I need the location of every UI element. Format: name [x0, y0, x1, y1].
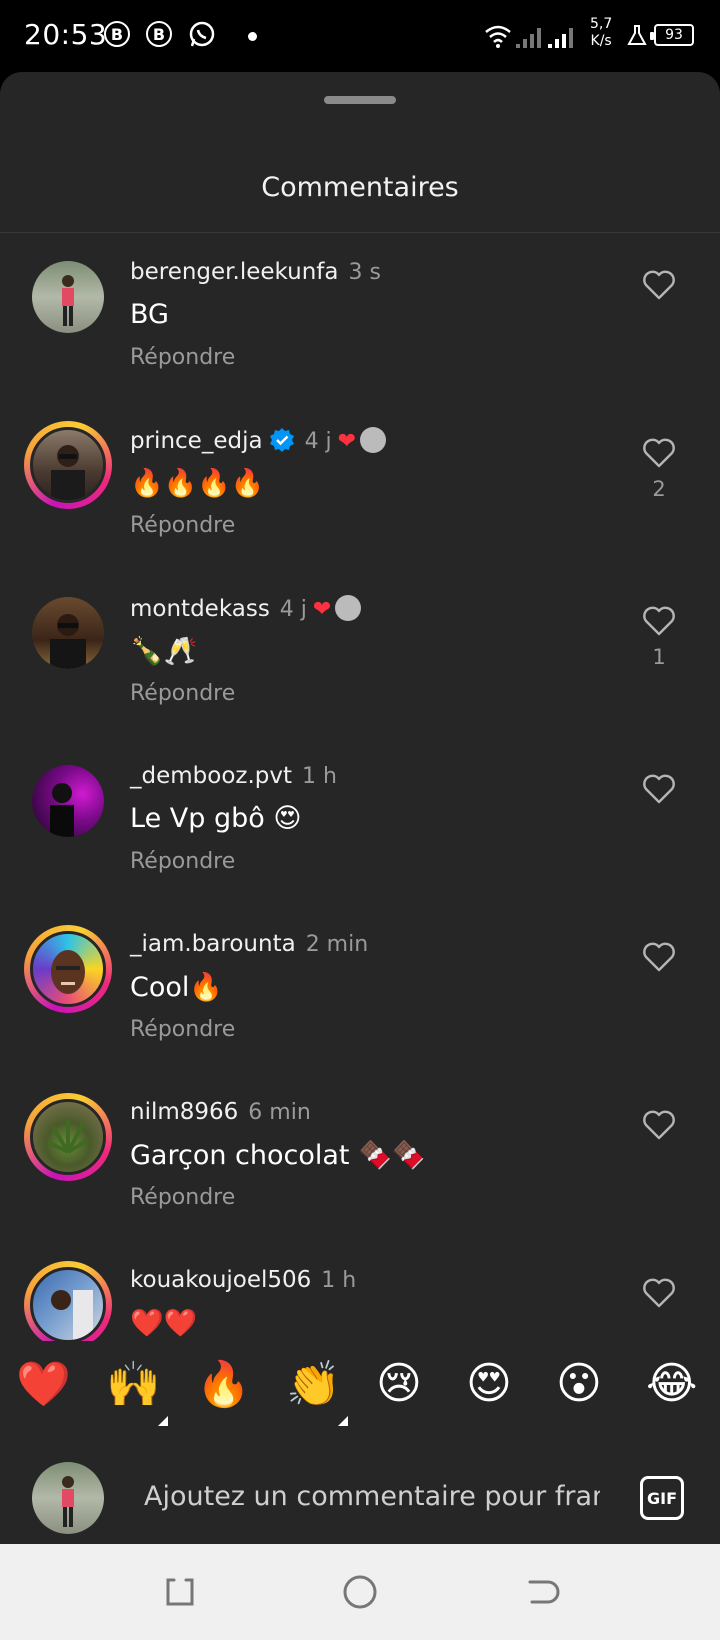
emoji-quick-bar: ❤️ 🙌 🔥 👏 😢 😍 😮 😂	[0, 1344, 720, 1444]
avatar-story-ring[interactable]	[24, 421, 112, 509]
avatar[interactable]	[24, 589, 112, 677]
avatar[interactable]	[24, 757, 112, 845]
comment-time: 3 s	[348, 260, 381, 285]
reply-button[interactable]: Répondre	[130, 513, 235, 538]
comment-item: kouakoujoel506 1 h ❤️❤️	[0, 1241, 720, 1341]
skin-tone-indicator	[158, 1416, 168, 1426]
skin-tone-indicator	[338, 1416, 348, 1426]
comment-item: nilm8966 6 min Garçon chocolat 🍫🍫 Répondr…	[0, 1073, 720, 1241]
comment-time: 6 min	[248, 1100, 311, 1125]
emoji-surprised-face[interactable]: 😮	[556, 1358, 602, 1409]
emoji-clapping-hands[interactable]: 👏	[286, 1358, 341, 1410]
emoji-tears-of-joy[interactable]: 😂	[646, 1358, 697, 1409]
comment-input-row: GIF	[0, 1444, 720, 1544]
comment-username[interactable]: _dembooz.pvt 1 h	[130, 763, 337, 789]
comment-username[interactable]: _iam.barounta 2 min	[130, 931, 368, 957]
sheet-title: Commentaires	[261, 172, 459, 203]
comment-text: BG	[130, 299, 169, 330]
reply-button[interactable]: Répondre	[130, 1017, 235, 1042]
b-notification-icon: B	[146, 21, 172, 47]
author-mini-avatar	[360, 427, 387, 453]
like-count: 2	[652, 477, 666, 501]
system-nav-bar	[0, 1544, 720, 1640]
heart-like-icon[interactable]	[642, 605, 676, 637]
heart-like-icon[interactable]	[642, 941, 676, 973]
comment-username[interactable]: berenger.leekunfa 3 s	[130, 259, 381, 285]
heart-like-icon[interactable]	[642, 1109, 676, 1141]
comment-text: 🔥🔥🔥🔥	[130, 468, 265, 499]
comment-time: 2 min	[305, 932, 369, 957]
comment-item: _dembooz.pvt 1 h Le Vp gbô 😍 Répondre	[0, 737, 720, 905]
avatar-story-ring[interactable]	[24, 925, 112, 1013]
reply-button[interactable]: Répondre	[130, 681, 235, 706]
avatar-story-ring[interactable]	[24, 1261, 112, 1341]
emoji-heart-eyes[interactable]: 😍	[466, 1358, 512, 1409]
gif-button[interactable]: GIF	[640, 1476, 684, 1520]
emoji-fire[interactable]: 🔥	[196, 1358, 251, 1410]
reply-button[interactable]: Répondre	[130, 345, 235, 370]
liked-by-author-heart-icon: ❤	[337, 429, 357, 454]
verified-badge-icon	[269, 428, 294, 452]
comment-text: ❤️❤️	[130, 1308, 198, 1339]
comment-text: Le Vp gbô 😍	[130, 803, 302, 834]
flask-icon	[627, 25, 647, 45]
recent-apps-icon[interactable]	[158, 1570, 202, 1614]
comments-list[interactable]: berenger.leekunfa 3 s BG Répondre prince_…	[0, 233, 720, 1341]
comment-time: 1 h	[302, 764, 337, 789]
comment-time: 4 j	[304, 429, 332, 454]
whatsapp-icon	[189, 21, 215, 47]
heart-like-icon[interactable]	[642, 269, 676, 301]
network-speed: 5,7 K/s	[590, 16, 613, 49]
b-notification-icon: B	[104, 21, 130, 47]
avatar[interactable]	[24, 253, 112, 341]
reply-button[interactable]: Répondre	[130, 849, 235, 874]
heart-like-icon[interactable]	[642, 437, 676, 469]
comment-time: 1 h	[321, 1268, 357, 1293]
status-time: 20:53	[24, 18, 108, 51]
heart-like-icon[interactable]	[642, 773, 676, 805]
status-bar: 20:53 B B 5,7 K/s 93	[0, 0, 720, 72]
comment-time: 4 j	[279, 597, 307, 622]
drag-handle[interactable]	[324, 96, 396, 104]
comment-item: berenger.leekunfa 3 s BG Répondre	[0, 233, 720, 401]
heart-like-icon[interactable]	[642, 1277, 676, 1309]
comments-sheet: Commentaires berenger.leekunfa 3 s BG Rép…	[0, 72, 720, 1544]
comment-input[interactable]	[132, 1472, 612, 1520]
emoji-red-heart[interactable]: ❤️	[16, 1358, 71, 1410]
comment-text: Garçon chocolat 🍫🍫	[130, 1140, 426, 1171]
liked-by-author-heart-icon: ❤	[312, 597, 332, 622]
comment-username[interactable]: montdekass 4 j ❤	[130, 595, 362, 622]
emoji-raising-hands[interactable]: 🙌	[106, 1358, 161, 1410]
comment-username[interactable]: nilm8966 6 min	[130, 1099, 311, 1125]
like-count: 1	[652, 645, 666, 669]
comment-text: 🍾🥂	[130, 636, 198, 667]
emoji-crying-face[interactable]: 😢	[376, 1358, 422, 1409]
comment-item: _iam.barounta 2 min Cool🔥 Répondre	[0, 905, 720, 1073]
comment-username[interactable]: prince_edja 4 j ❤	[130, 427, 387, 454]
comment-item: montdekass 4 j ❤ 🍾🥂 Répondre 1	[0, 569, 720, 737]
home-icon[interactable]	[338, 1570, 382, 1614]
avatar-story-ring[interactable]	[24, 1093, 112, 1181]
signal-wifi-icon	[485, 25, 573, 48]
comment-text: Cool🔥	[130, 972, 224, 1003]
author-mini-avatar	[335, 595, 362, 621]
battery-icon: 93	[650, 24, 694, 46]
comment-username[interactable]: kouakoujoel506 1 h	[130, 1267, 356, 1293]
back-icon[interactable]	[518, 1570, 562, 1614]
comment-item: prince_edja 4 j ❤ 🔥🔥🔥🔥 Répondre 2	[0, 401, 720, 569]
more-notifications-dot	[248, 32, 257, 41]
current-user-avatar	[32, 1462, 104, 1534]
reply-button[interactable]: Répondre	[130, 1185, 235, 1210]
